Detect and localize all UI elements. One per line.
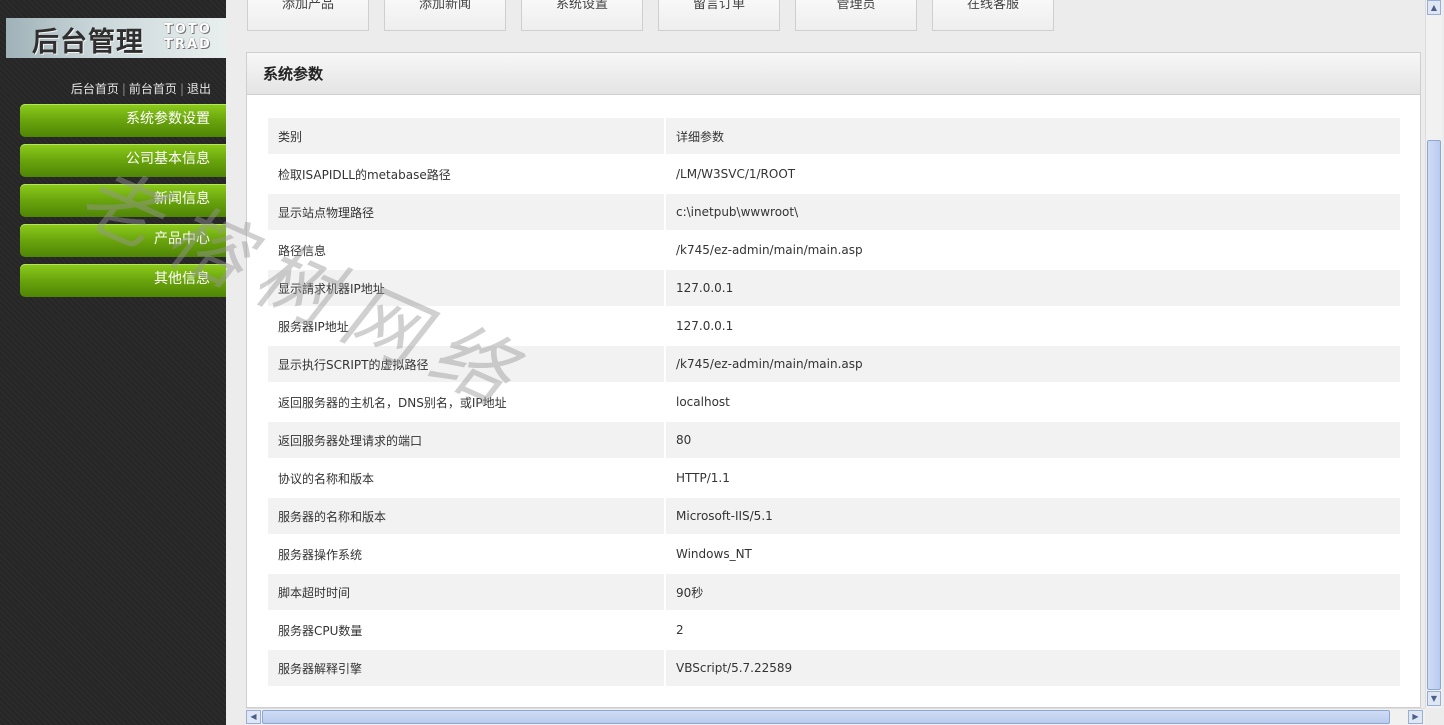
param-value: 80 [666,422,1400,458]
frontend-home-link[interactable]: 前台首页 [129,82,177,96]
param-name: 显示站点物理路径 [268,194,666,230]
vertical-scroll-thumb[interactable] [1427,140,1441,690]
table-row: 服务器的名称和版本 Microsoft-IIS/5.1 [268,498,1400,534]
link-separator: | [179,82,184,96]
param-name: 服务器IP地址 [268,308,666,344]
table-row: 服务器解释引擎 VBScript/5.7.22589 [268,650,1400,686]
param-value: 127.0.0.1 [666,308,1400,344]
table-row: 服务器操作系统 Windows_NT [268,536,1400,572]
param-name: 服务器操作系统 [268,536,666,572]
logout-link[interactable]: 退出 [187,82,211,96]
param-value: c:\inetpub\wwwroot\ [666,194,1400,230]
sidebar: 后台管理 TOTO TRAD 后台首页 | 前台首页 | 退出 系统参数设置 公司基本信… [0,0,226,725]
link-separator: | [121,82,126,96]
param-name: 协议的名称和版本 [268,460,666,496]
table-row: 路径信息/k745/ez-admin/main/main.asp [268,232,1400,268]
header-category: 类别 [268,118,666,154]
param-value: Microsoft-IIS/5.1 [666,498,1400,534]
scroll-left-arrow-icon[interactable]: ◀ [246,710,261,724]
table-row: 服务器CPU数量 2 [268,612,1400,648]
panel-title: 系统参数 [247,53,1420,95]
menu-other-info[interactable]: 其他信息 [20,264,226,297]
param-name: 路径信息 [268,232,666,268]
system-settings-button[interactable]: 系统设置 [521,0,643,31]
param-name: 检取ISAPIDLL的metabase路径 [268,156,666,192]
param-name: 脚本超时时间 [268,574,666,610]
online-service-button[interactable]: 在线客服 [932,0,1054,31]
table-row: 显示执行SCRIPT的虚拟路径/k745/ez-admin/main/main.… [268,346,1400,382]
param-name: 显示請求机器IP地址 [268,270,666,306]
logo-text: 后台管理 [32,27,144,58]
administrators-button[interactable]: 管理员 [795,0,917,31]
table-row: 返回服务器的主机名，DNS别名，或IP地址 localhost [268,384,1400,420]
table-row: 脚本超时时间 90秒 [268,574,1400,610]
param-value: HTTP/1.1 [666,460,1400,496]
horizontal-scrollbar[interactable]: ◀ ▶ [246,708,1425,725]
scroll-right-arrow-icon[interactable]: ▶ [1408,710,1423,724]
add-product-button[interactable]: 添加产品 [247,0,369,31]
messages-orders-button[interactable]: 留言订单 [658,0,780,31]
horizontal-scroll-thumb[interactable] [262,710,1390,724]
table-row: 服务器IP地址 127.0.0.1 [268,308,1400,344]
menu-company-info[interactable]: 公司基本信息 [20,144,226,177]
param-value: localhost [666,384,1400,420]
header-details: 详细参数 [666,118,1400,154]
params-table: 类别 详细参数 检取ISAPIDLL的metabase路径/LM/W3SVC/1… [268,116,1400,688]
menu-news-info[interactable]: 新闻信息 [20,184,226,217]
param-value: 127.0.0.1 [666,270,1400,306]
table-header-row: 类别 详细参数 [268,118,1400,154]
param-value: Windows_NT [666,536,1400,572]
param-name: 返回服务器的主机名，DNS别名，或IP地址 [268,384,666,420]
menu-system-params[interactable]: 系统参数设置 [20,104,226,137]
param-name: 服务器解释引擎 [268,650,666,686]
table-row: 检取ISAPIDLL的metabase路径/LM/W3SVC/1/ROOT [268,156,1400,192]
param-value: /k745/ez-admin/main/main.asp [666,232,1400,268]
table-row: 显示站点物理路径 c:\inetpub\wwwroot\ [268,194,1400,230]
vertical-scrollbar[interactable]: ▲ ▼ [1425,0,1442,708]
scrollbar-corner [1425,708,1444,725]
menu-product-center[interactable]: 产品中心 [20,224,226,257]
param-value: 90秒 [666,574,1400,610]
sidebar-top-links: 后台首页 | 前台首页 | 退出 [71,80,211,97]
table-row: 协议的名称和版本 HTTP/1.1 [268,460,1400,496]
param-name: 服务器的名称和版本 [268,498,666,534]
table-row: 返回服务器处理请求的端口 80 [268,422,1400,458]
admin-logo: 后台管理 TOTO TRAD [6,18,226,58]
add-news-button[interactable]: 添加新闻 [384,0,506,31]
param-value: 2 [666,612,1400,648]
param-value: /LM/W3SVC/1/ROOT [666,156,1400,192]
param-name: 显示执行SCRIPT的虚拟路径 [268,346,666,382]
logo-subtext: TOTO TRAD [164,22,212,52]
table-row: 显示請求机器IP地址 127.0.0.1 [268,270,1400,306]
backend-home-link[interactable]: 后台首页 [71,82,119,96]
scroll-down-arrow-icon[interactable]: ▼ [1427,691,1441,706]
param-value: VBScript/5.7.22589 [666,650,1400,686]
scroll-up-arrow-icon[interactable]: ▲ [1427,0,1441,15]
param-value: /k745/ez-admin/main/main.asp [666,346,1400,382]
param-name: 返回服务器处理请求的端口 [268,422,666,458]
param-name: 服务器CPU数量 [268,612,666,648]
system-params-panel: 系统参数 类别 详细参数 检取ISAPIDLL的metabase路径/LM/W3… [246,52,1421,708]
